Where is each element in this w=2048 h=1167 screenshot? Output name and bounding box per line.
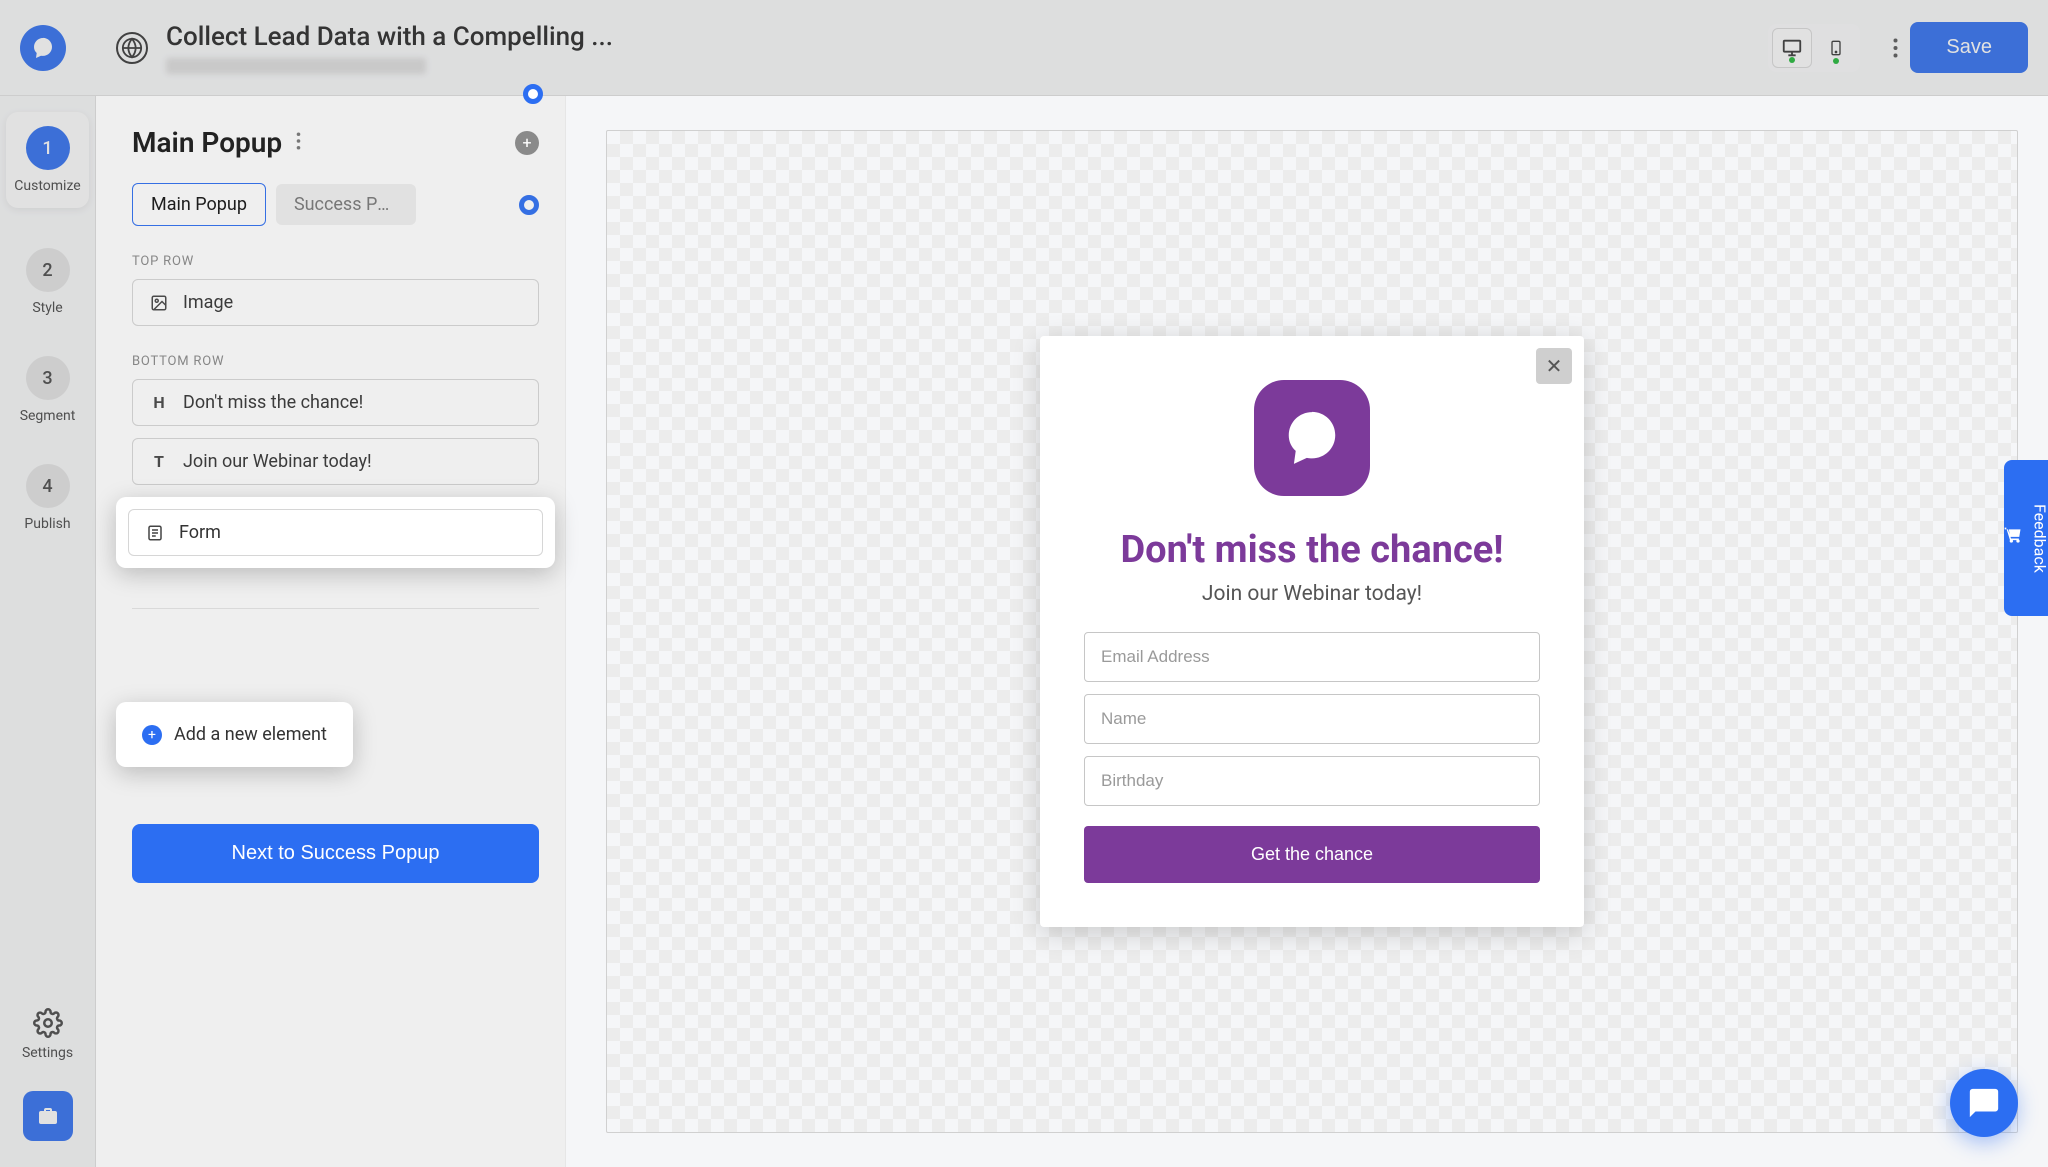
element-row-label: Join our Webinar today!	[183, 451, 372, 472]
preview-artboard[interactable]: ✕ Don't miss the chance! Join our Webina…	[606, 130, 2018, 1133]
element-row-label: Form	[179, 522, 221, 543]
popup-subheading: Join our Webinar today!	[1084, 582, 1540, 606]
element-row-form-highlight: Form	[116, 497, 555, 568]
header-more-button[interactable]	[1880, 28, 1910, 68]
divider	[132, 608, 539, 609]
add-element-label: Add a new element	[174, 724, 327, 745]
title-area: Collect Lead Data with a Compelling ...	[166, 22, 1768, 74]
popup-cta-button[interactable]: Get the chance	[1084, 826, 1540, 883]
page-subtitle-redacted	[166, 58, 426, 74]
step-number: 2	[26, 248, 70, 292]
add-element-button[interactable]: + Add a new element	[116, 702, 353, 767]
toolbox-button[interactable]	[23, 1091, 73, 1141]
mobile-icon	[1828, 37, 1844, 59]
briefcase-icon	[36, 1104, 60, 1128]
popup-close-button[interactable]: ✕	[1536, 348, 1572, 384]
app-logo[interactable]	[20, 25, 66, 71]
step-number: 1	[26, 126, 70, 170]
element-row-form[interactable]: Form	[128, 509, 543, 556]
panel-radio-indicator-icon	[523, 84, 543, 104]
step-number: 4	[26, 464, 70, 508]
tab-main-popup[interactable]: Main Popup	[132, 183, 266, 226]
tab-radio-indicator-icon	[519, 195, 539, 215]
step-number: 3	[26, 356, 70, 400]
step-label: Publish	[24, 516, 70, 532]
device-mobile-button[interactable]	[1816, 28, 1856, 68]
feedback-tab[interactable]: Feedback	[2004, 460, 2048, 616]
popup-name-input[interactable]	[1084, 694, 1540, 744]
section-label-top-row: TOP ROW	[132, 254, 539, 269]
step-customize[interactable]: 1 Customize	[6, 112, 88, 208]
popup-heading: Don't miss the chance!	[1084, 528, 1540, 572]
chat-launcher-button[interactable]	[1950, 1069, 2018, 1137]
step-label: Segment	[20, 408, 76, 424]
section-label-bottom-row: BOTTOM ROW	[132, 354, 539, 369]
panel-title: Main Popup	[132, 126, 282, 159]
element-row-label: Image	[183, 292, 233, 313]
save-button[interactable]: Save	[1910, 22, 2028, 73]
plus-icon: +	[522, 133, 531, 152]
gear-icon	[33, 1008, 63, 1045]
close-icon: ✕	[1546, 354, 1563, 378]
popup-birthday-input[interactable]	[1084, 756, 1540, 806]
element-row-text[interactable]: T Join our Webinar today!	[132, 438, 539, 485]
feedback-label: Feedback	[2031, 504, 2048, 573]
popup-preview: ✕ Don't miss the chance! Join our Webina…	[1040, 336, 1584, 927]
element-row-label: Don't miss the chance!	[183, 392, 363, 413]
heading-icon: H	[149, 393, 169, 413]
add-panel-button[interactable]: +	[515, 131, 539, 155]
popup-email-input[interactable]	[1084, 632, 1540, 682]
kebab-icon	[1893, 38, 1898, 58]
status-dot-icon	[1789, 57, 1795, 63]
step-publish[interactable]: 4 Publish	[24, 464, 70, 532]
panel-more-button[interactable]	[296, 132, 301, 154]
device-desktop-button[interactable]	[1772, 28, 1812, 68]
chat-icon	[1967, 1086, 2001, 1120]
step-label: Customize	[14, 178, 80, 194]
app-logo-icon	[31, 36, 55, 60]
config-panel: Main Popup + Main Popup Success Po... TO…	[96, 96, 566, 1167]
status-dot-icon	[1833, 58, 1839, 64]
text-icon: T	[149, 452, 169, 472]
element-row-image[interactable]: Image	[132, 279, 539, 326]
popup-logo	[1254, 380, 1370, 496]
top-header: Collect Lead Data with a Compelling ... …	[0, 0, 2048, 96]
page-title: Collect Lead Data with a Compelling ...	[166, 22, 1768, 52]
plus-circle-icon: +	[142, 725, 162, 745]
settings-button[interactable]: Settings	[22, 1008, 73, 1061]
next-to-success-button[interactable]: Next to Success Popup	[132, 824, 539, 883]
left-sidebar: 1 Customize 2 Style 3 Segment 4 Publish …	[0, 96, 96, 1167]
kebab-icon	[296, 132, 301, 150]
step-style[interactable]: 2 Style	[26, 248, 70, 316]
device-switcher	[1768, 24, 1860, 72]
desktop-icon	[1781, 37, 1803, 59]
canvas-area: ✕ Don't miss the chance! Join our Webina…	[566, 96, 2048, 1167]
step-segment[interactable]: 3 Segment	[20, 356, 76, 424]
step-label: Style	[32, 300, 62, 316]
globe-icon[interactable]	[116, 32, 148, 64]
tab-success-popup[interactable]: Success Po...	[276, 184, 416, 225]
image-icon	[149, 293, 169, 313]
popup-logo-icon	[1281, 407, 1343, 469]
element-row-heading[interactable]: H Don't miss the chance!	[132, 379, 539, 426]
settings-label: Settings	[22, 1045, 73, 1061]
form-icon	[145, 523, 165, 543]
cart-icon	[2003, 526, 2023, 551]
